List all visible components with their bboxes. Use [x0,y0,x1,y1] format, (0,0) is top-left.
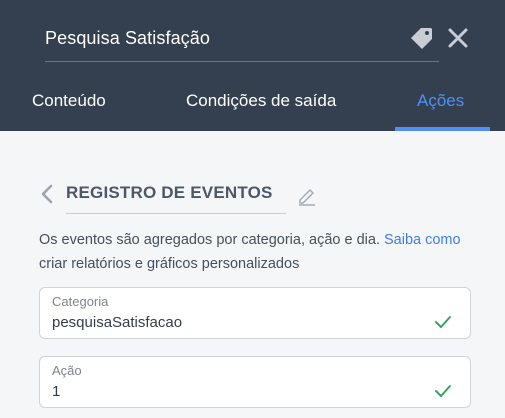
active-tab-indicator [395,127,490,131]
section-title[interactable]: REGISTRO DE EVENTOS [66,183,286,214]
pencil-icon[interactable] [296,184,318,206]
section-title-text: REGISTRO DE EVENTOS [66,183,273,202]
description-text: Os eventos são agregados por categoria, … [39,232,384,248]
tag-icon[interactable] [410,26,434,50]
editor-header: Pesquisa Satisfação Conteúdo Condições d… [0,0,505,131]
title-text[interactable]: Pesquisa Satisfação [45,28,210,49]
acao-label: Ação [52,363,82,378]
categoria-label: Categoria [52,294,109,309]
acao-input[interactable] [52,383,412,400]
close-icon[interactable] [446,26,470,50]
check-icon [435,316,451,328]
acao-field[interactable]: Ação [39,356,471,408]
tab-condicoes-de-saida[interactable]: Condições de saída [186,91,336,111]
categoria-field[interactable]: Categoria [39,287,471,339]
description-text-suffix: criar relatórios e gráficos personalizad… [39,256,300,272]
tab-acoes[interactable]: Ações [417,91,464,111]
learn-more-link[interactable]: Saiba como [384,232,461,248]
check-icon [435,385,451,397]
chevron-left-icon[interactable] [38,183,58,205]
title-field[interactable]: Pesquisa Satisfação [45,16,439,62]
categoria-input[interactable] [52,314,412,331]
tab-conteudo[interactable]: Conteúdo [32,91,106,111]
section-description: Os eventos são agregados por categoria, … [39,228,469,276]
